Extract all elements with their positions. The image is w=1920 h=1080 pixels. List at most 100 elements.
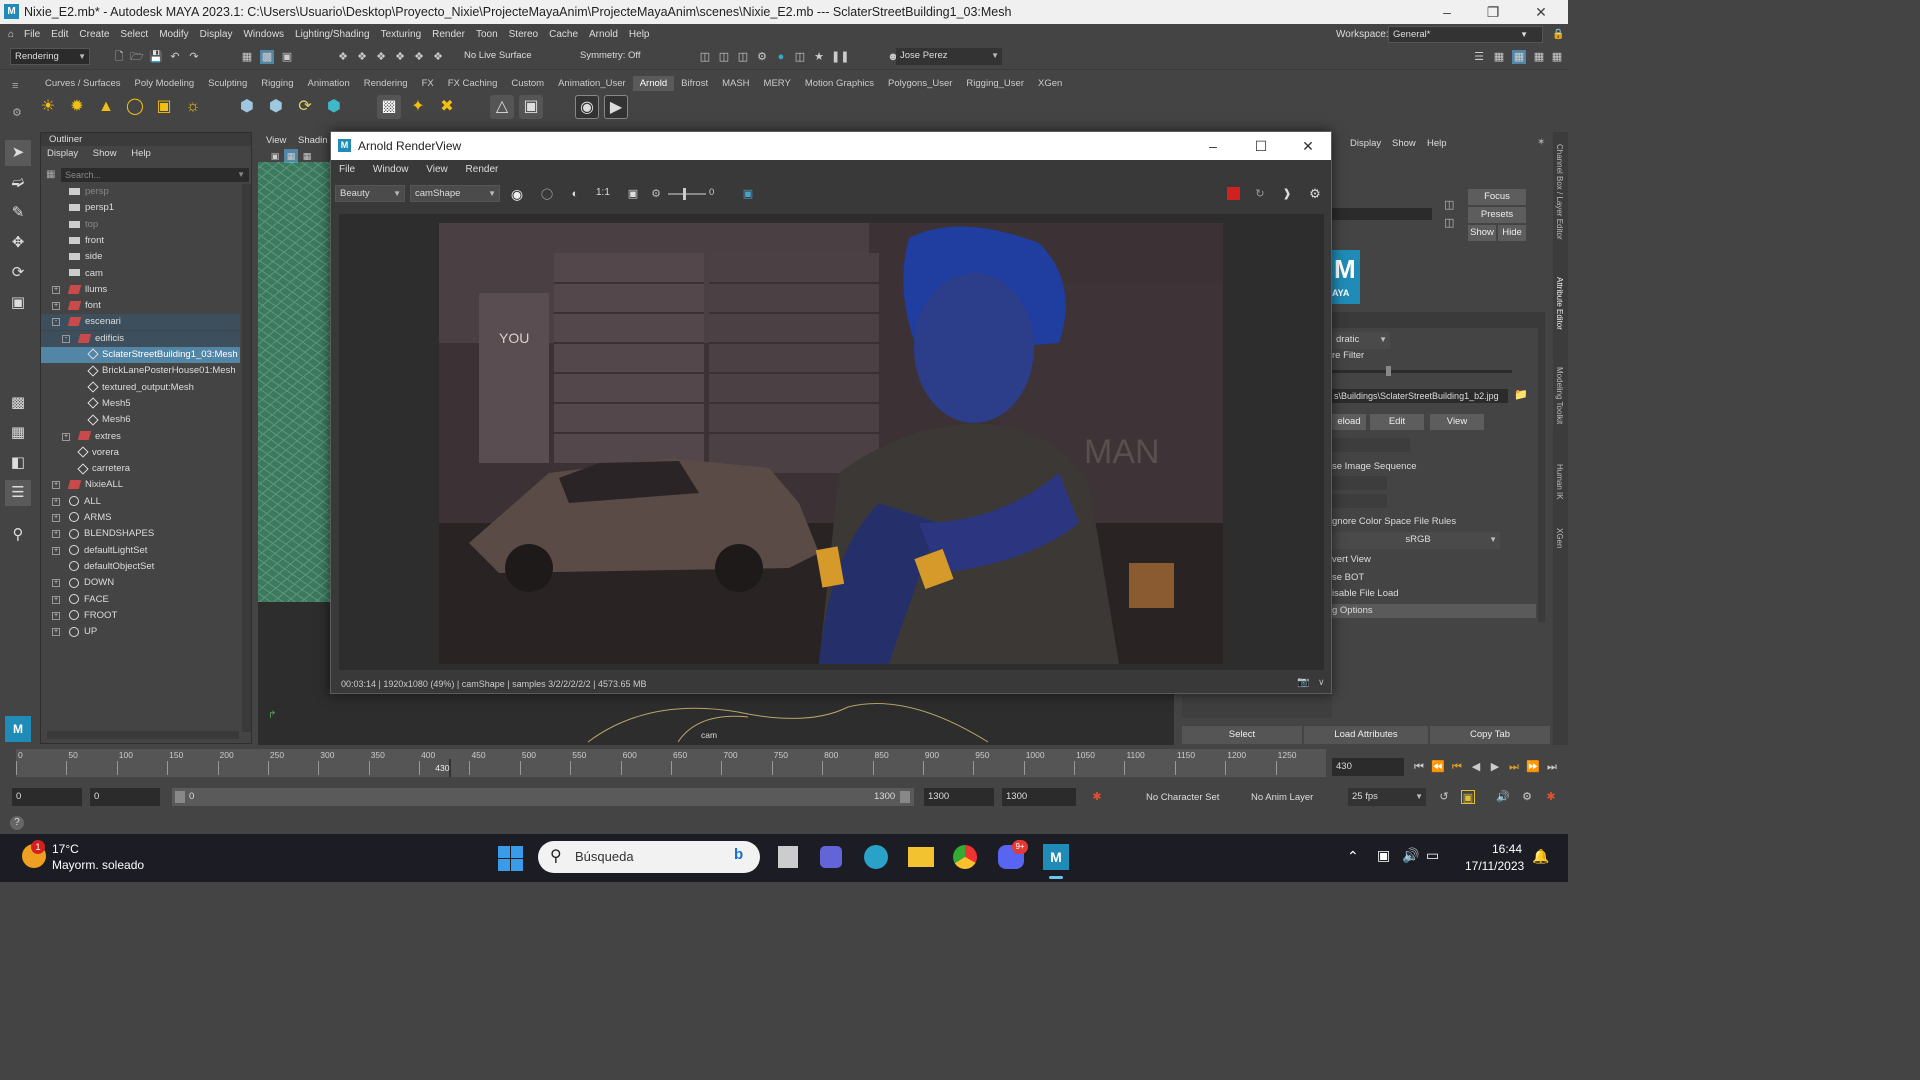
maya-home-icon[interactable]: M — [5, 716, 31, 742]
tab-attribute-editor[interactable]: Attribute Editor — [1555, 277, 1564, 330]
hypershade-icon[interactable]: ● — [774, 50, 788, 64]
tab-motion-graphics[interactable]: Motion Graphics — [798, 76, 881, 91]
arnold-menu-window[interactable]: Window — [373, 164, 409, 175]
menu-lighting-shading[interactable]: Lighting/Shading — [295, 29, 370, 40]
select-hierarchy-icon[interactable]: ▦ — [240, 50, 254, 64]
move-tool-icon[interactable]: ✥ — [5, 230, 31, 256]
menu-texturing[interactable]: Texturing — [381, 29, 422, 40]
outliner-scrollbar[interactable] — [242, 184, 251, 732]
node-name-field[interactable] — [1332, 208, 1432, 220]
license-icon[interactable]: △ — [490, 95, 514, 119]
select-component-icon[interactable]: ▣ — [280, 50, 294, 64]
snap-surface-icon[interactable]: ❖ — [412, 50, 426, 64]
expand-icon[interactable]: + — [52, 595, 60, 604]
point-light-icon[interactable]: ✹ — [65, 95, 89, 119]
wireframe-icon[interactable]: ▦ — [300, 149, 314, 163]
home-icon[interactable]: ⌂ — [8, 29, 14, 40]
teams-icon[interactable] — [820, 846, 842, 868]
outliner-item[interactable]: vorera — [41, 445, 240, 461]
menu-modify[interactable]: Modify — [159, 29, 188, 40]
ae-menu-display[interactable]: Display — [1350, 138, 1381, 149]
tab-modeling-toolkit[interactable]: Modeling Toolkit — [1555, 367, 1564, 424]
arnold-maximize-button[interactable]: ☐ — [1241, 132, 1281, 160]
ae-section-header[interactable] — [1332, 312, 1542, 328]
filter-type-dropdown[interactable]: dratic ▼ — [1332, 332, 1390, 349]
modeling-toolkit-icon[interactable]: ▦ — [1550, 50, 1564, 64]
play-forwards-icon[interactable]: ▶ — [1488, 760, 1502, 774]
ae-scrollbar[interactable] — [1538, 312, 1545, 622]
step-back-key-icon[interactable]: ⏮ — [1450, 760, 1464, 774]
menuset-dropdown[interactable]: Rendering ▼ — [10, 48, 90, 65]
outliner-item[interactable]: + ALL — [41, 494, 240, 510]
volume-icon[interactable]: 🔊 — [1402, 847, 1419, 864]
menu-windows[interactable]: Windows — [243, 29, 284, 40]
expand-icon[interactable]: + — [52, 546, 60, 555]
expand-icon[interactable]: + — [52, 497, 60, 506]
battery-icon[interactable]: ▭ — [1426, 847, 1439, 864]
new-scene-icon[interactable]: 🗋 — [112, 50, 126, 64]
display-channel-icon[interactable]: ◉ — [510, 187, 524, 201]
shelf-settings-icon[interactable]: ⚙ — [12, 106, 22, 119]
arnold-minimize-button[interactable]: – — [1193, 132, 1233, 160]
clock-date[interactable]: 17/11/2023 — [1465, 859, 1524, 873]
lut-icon[interactable]: ▣ — [741, 187, 755, 201]
snapshot-icon[interactable]: 📷 — [1297, 677, 1309, 688]
edge-icon[interactable] — [864, 845, 888, 869]
tab-xgen[interactable]: XGen — [1031, 76, 1069, 91]
outliner-item[interactable]: + NixieALL — [41, 477, 240, 493]
pin-icon[interactable]: ✶ — [1537, 137, 1545, 148]
outliner-item[interactable]: + BLENDSHAPES — [41, 526, 240, 542]
settings-icon[interactable]: ⚙ — [1308, 187, 1322, 201]
play-backwards-icon[interactable]: ◀ — [1469, 760, 1483, 774]
ignore-color-space-label[interactable]: gnore Color Space File Rules — [1332, 516, 1456, 527]
focus-button[interactable]: Focus — [1468, 189, 1526, 205]
animation-end-field[interactable]: 1300 — [1002, 788, 1076, 806]
menu-file[interactable]: File — [24, 29, 40, 40]
collapse-icon[interactable]: - — [62, 334, 70, 343]
go-to-end-icon[interactable]: ⏭ — [1545, 760, 1559, 774]
arnold-view-icon[interactable]: ◉ — [575, 95, 599, 119]
render-frame-icon[interactable]: ◫ — [698, 50, 712, 64]
frame-offset-field[interactable] — [1332, 494, 1387, 508]
menu-toon[interactable]: Toon — [476, 29, 498, 40]
weather-temp[interactable]: 17°C — [52, 842, 79, 856]
ipr-render-icon[interactable]: ◫ — [736, 50, 750, 64]
shelf-menu-icon[interactable]: ≡ — [12, 80, 18, 92]
snap-pivot-icon[interactable]: ❖ — [431, 50, 445, 64]
light-editor-icon[interactable]: ★ — [812, 50, 826, 64]
anim-settings-icon[interactable]: ✱ — [1544, 790, 1558, 804]
expand-icon[interactable]: + — [52, 611, 60, 620]
skydome-light-icon[interactable]: ◯ — [123, 95, 147, 119]
presets-button[interactable]: Presets — [1468, 207, 1526, 223]
cache-playback-icon[interactable]: ▣ — [1461, 790, 1475, 804]
outliner-item[interactable]: side — [41, 249, 240, 265]
options-section[interactable]: g Options — [1332, 604, 1536, 618]
arnold-menu-view[interactable]: View — [426, 164, 448, 175]
photometric-light-icon[interactable]: ☼ — [181, 95, 205, 119]
tab-fx[interactable]: FX — [415, 76, 441, 91]
range-start-handle[interactable] — [175, 791, 185, 803]
tab-rigging-user[interactable]: Rigging_User — [959, 76, 1031, 91]
chevron-up-icon[interactable]: ⌃ — [1347, 848, 1359, 865]
channel-box-icon[interactable]: ▦ — [1492, 50, 1506, 64]
outliner-item[interactable]: BrickLanePosterHouse01:Mesh — [41, 363, 240, 379]
save-scene-icon[interactable]: 💾 — [149, 50, 163, 64]
view-button[interactable]: View — [1430, 414, 1484, 430]
menu-create[interactable]: Create — [79, 29, 109, 40]
menu-stereo[interactable]: Stereo — [509, 29, 538, 40]
notification-bell-icon[interactable]: 🔔 — [1532, 848, 1549, 865]
use-image-sequence-label[interactable]: se Image Sequence — [1332, 461, 1417, 472]
undo-icon[interactable]: ↶ — [168, 50, 182, 64]
anim-layer[interactable]: No Anim Layer — [1251, 792, 1313, 803]
step-back-frame-icon[interactable]: ⏪ — [1431, 760, 1445, 774]
outliner-item[interactable]: top — [41, 217, 240, 233]
outliner-search-input[interactable]: Search... ▼ — [61, 168, 249, 182]
tab-animation[interactable]: Animation — [300, 76, 356, 91]
tab-curves-surfaces[interactable]: Curves / Surfaces — [38, 76, 128, 91]
menu-render[interactable]: Render — [432, 29, 465, 40]
rgb-icon[interactable]: ◯ — [540, 187, 554, 201]
ae-menu-help[interactable]: Help — [1427, 138, 1447, 149]
mesh-light-icon[interactable]: ▣ — [152, 95, 176, 119]
snap-curve-icon[interactable]: ❖ — [355, 50, 369, 64]
stop-render-icon[interactable] — [1227, 187, 1240, 200]
